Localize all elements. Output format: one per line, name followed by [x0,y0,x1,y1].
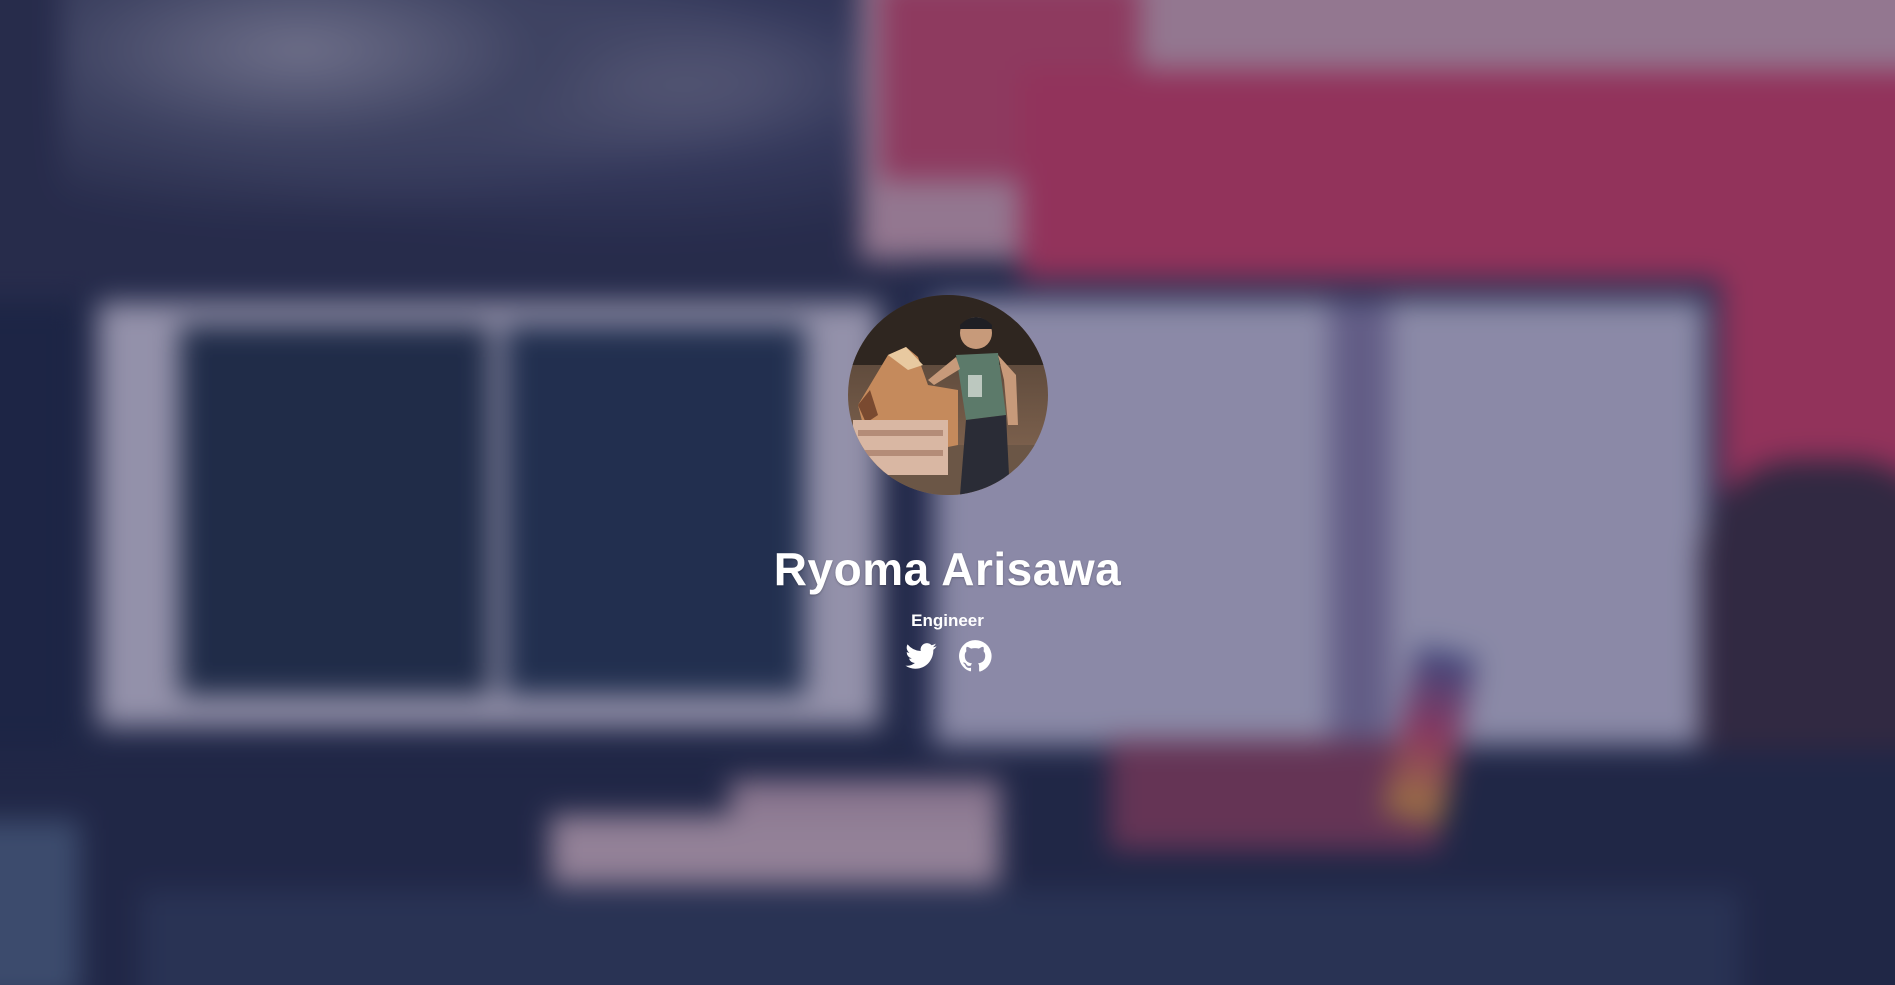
twitter-icon [904,643,937,669]
social-links [0,639,1895,673]
profile-card: Ryoma Arisawa Engineer [0,295,1895,673]
github-icon [958,640,992,672]
profile-photo-icon [847,295,1048,495]
profile-role: Engineer [911,611,984,630]
page: Ryoma Arisawa Engineer [0,0,1895,985]
twitter-link[interactable] [904,639,938,673]
profile-name: Ryoma Arisawa [773,543,1122,595]
avatar [847,295,1048,495]
github-link[interactable] [958,639,992,673]
